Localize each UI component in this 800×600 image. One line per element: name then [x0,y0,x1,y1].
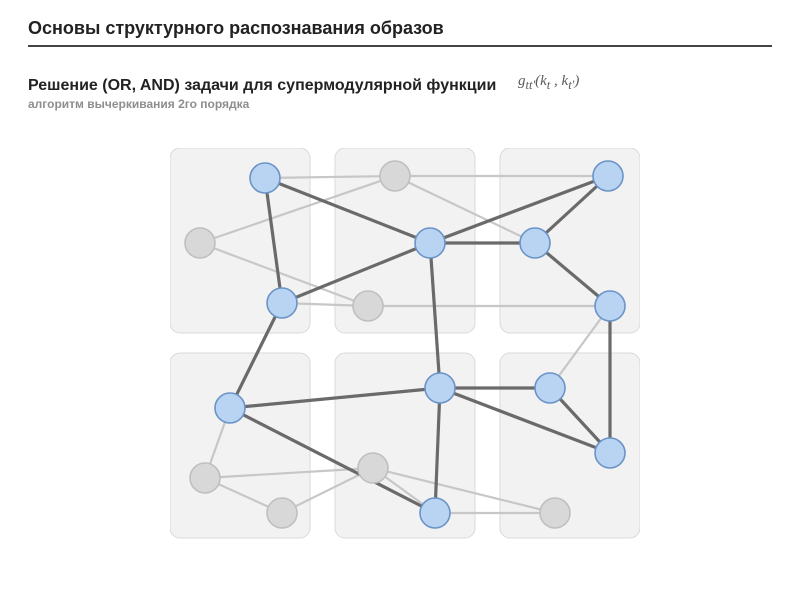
node-inactive [353,291,383,321]
node-active [535,373,565,403]
node-active [595,291,625,321]
title-rule [28,45,772,47]
node-inactive [380,161,410,191]
subtitle-row: Решение (OR, AND) задачи для супермодуля… [28,77,772,95]
node-active [595,438,625,468]
node-active [250,163,280,193]
node-active [593,161,623,191]
node-active [520,228,550,258]
node-inactive [540,498,570,528]
node-inactive [267,498,297,528]
page-title: Основы структурного распознавания образо… [28,18,772,39]
node-inactive [185,228,215,258]
node-inactive [358,453,388,483]
node-active [420,498,450,528]
node-active [267,288,297,318]
diagram-svg [170,148,640,558]
subtitle: Решение (OR, AND) задачи для супермодуля… [28,77,496,94]
node-active [215,393,245,423]
node-active [425,373,455,403]
slide: Основы структурного распознавания образо… [0,0,800,600]
formula: gtt'(kt , kt') [518,73,579,93]
diagram [170,148,640,558]
sub-subtitle: алгоритм вычеркивания 2го порядка [28,97,772,111]
node-inactive [190,463,220,493]
node-active [415,228,445,258]
